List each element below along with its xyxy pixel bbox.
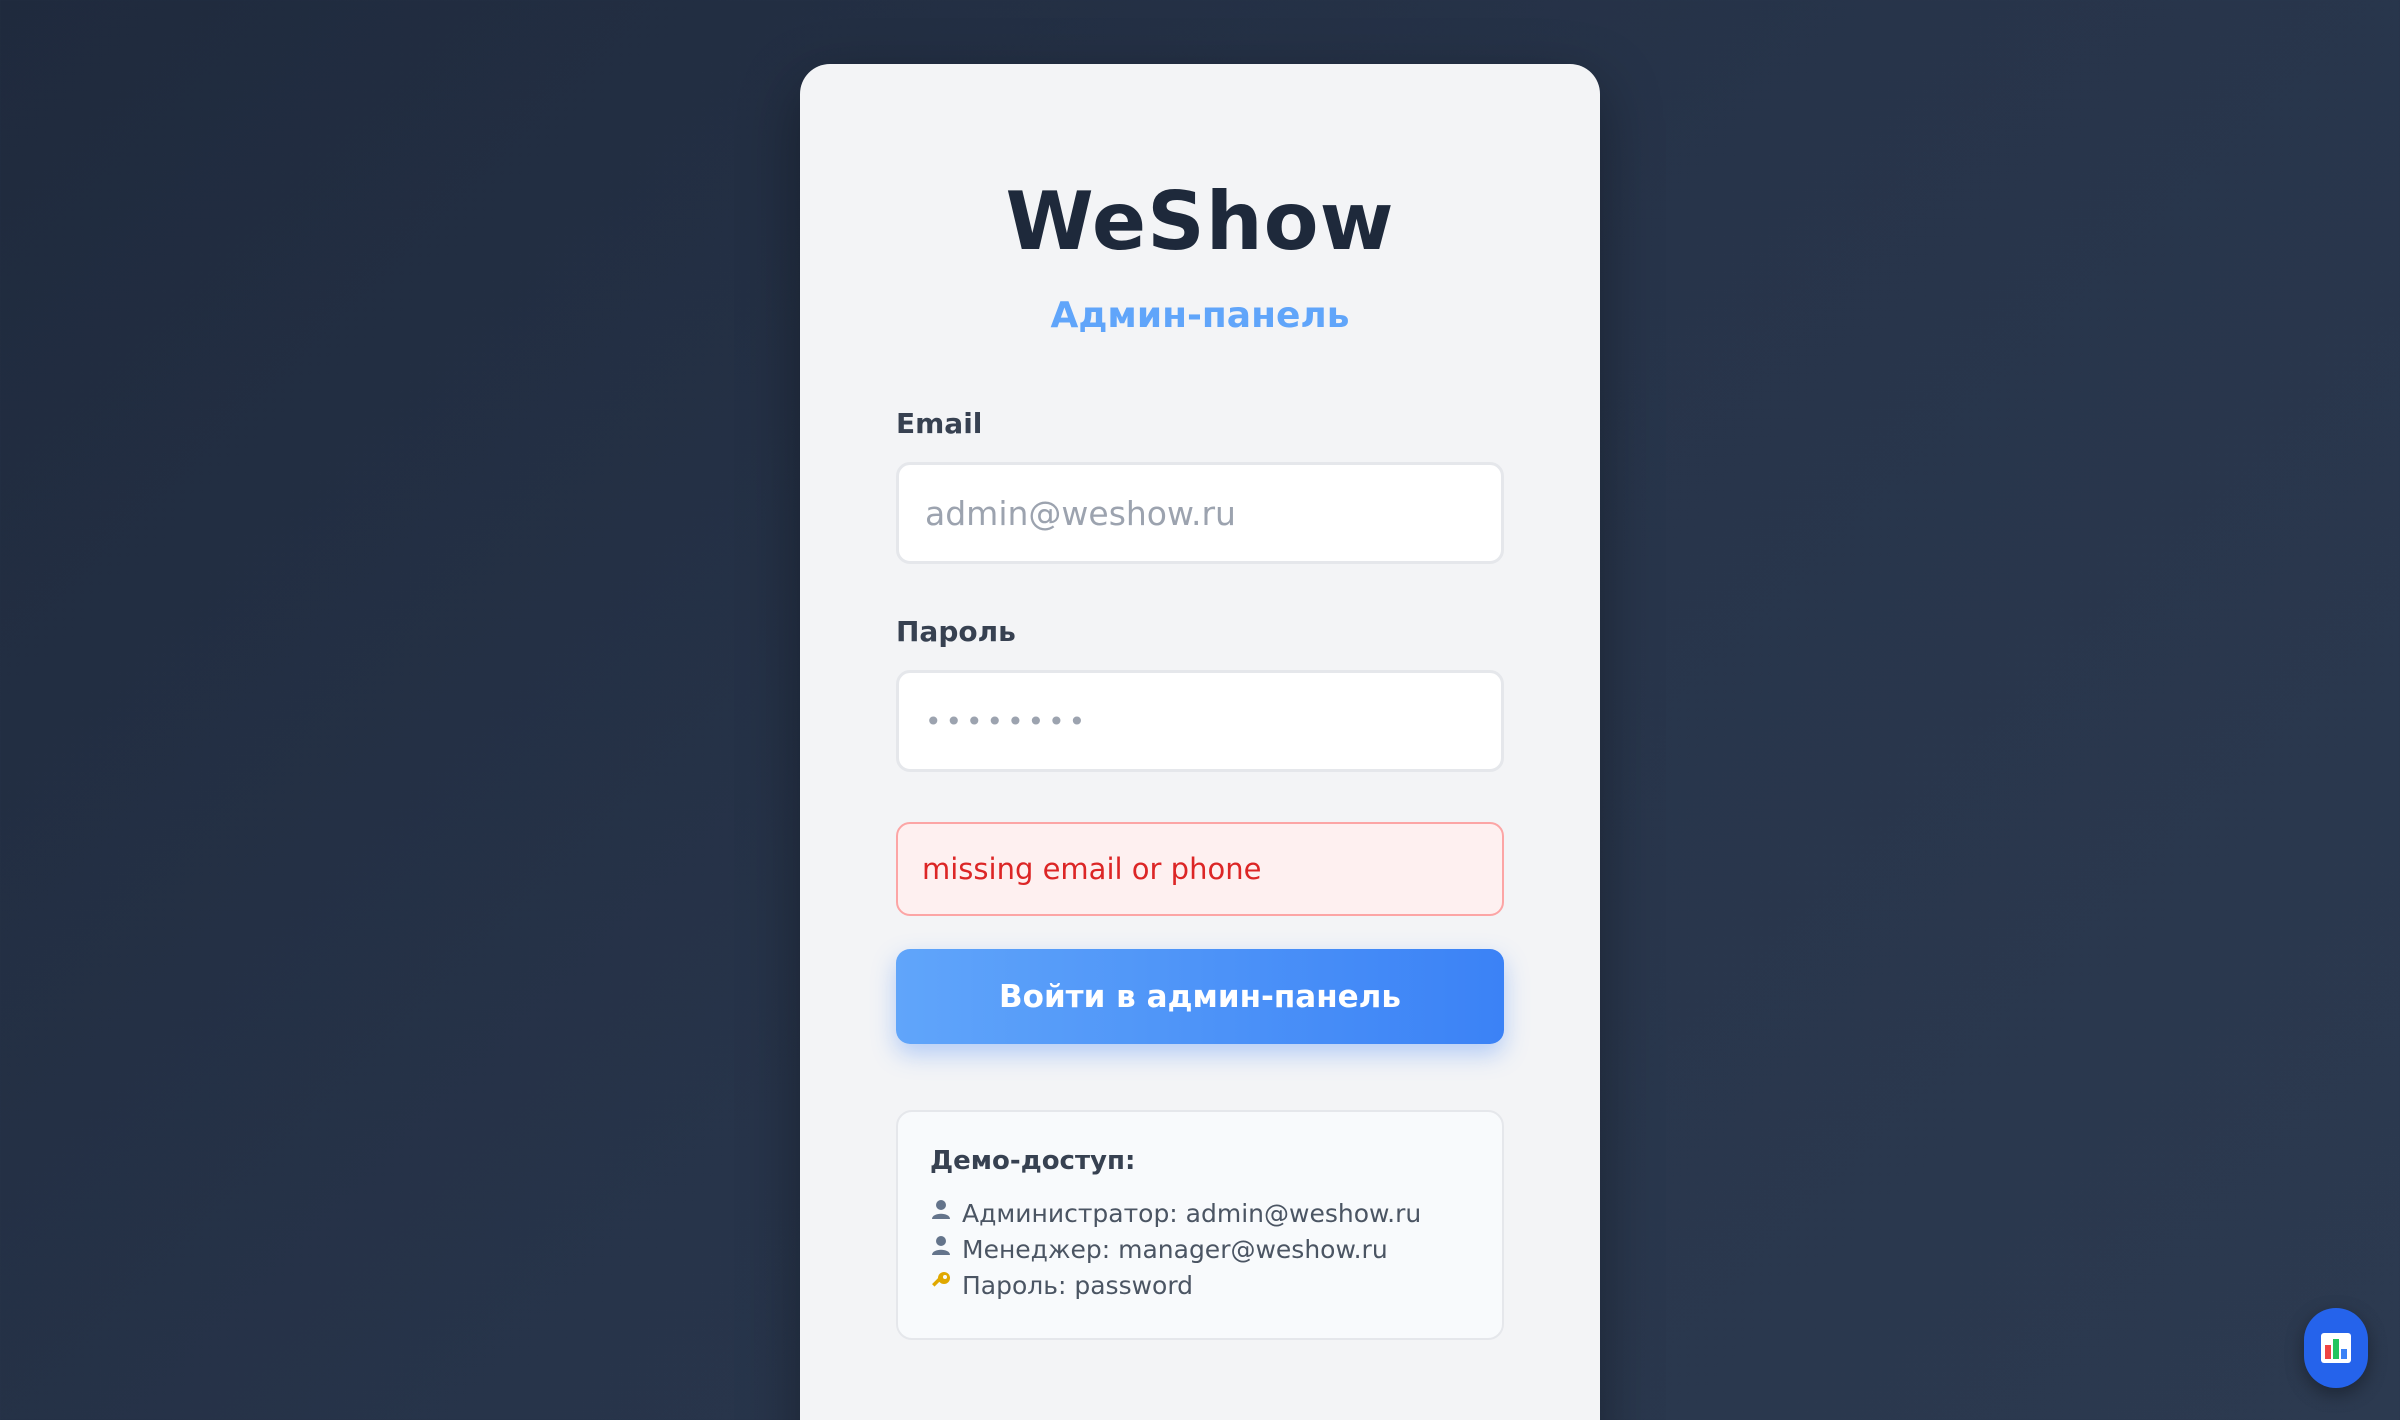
email-label: Email [896,407,983,440]
password-placeholder: •••••••• [925,704,1090,738]
login-button[interactable]: Войти в админ-панель [896,949,1504,1044]
demo-access-box: Демо-доступ: Администратор: admin@weshow… [896,1110,1504,1340]
analytics-float-button[interactable] [2304,1308,2368,1388]
password-label: Пароль [896,615,1016,648]
user-icon [930,1232,958,1268]
user-icon [930,1196,958,1232]
demo-title: Демо-доступ: [930,1146,1136,1176]
password-input[interactable]: •••••••• [896,670,1504,772]
email-placeholder: admin@weshow.ru [925,493,1236,533]
demo-line-manager: Менеджер: manager@weshow.ru [930,1232,1470,1268]
demo-manager-text: Менеджер: manager@weshow.ru [962,1235,1388,1264]
demo-admin-text: Администратор: admin@weshow.ru [962,1199,1422,1228]
error-message: missing email or phone [896,822,1504,916]
demo-line-admin: Администратор: admin@weshow.ru [930,1196,1470,1232]
key-icon [930,1268,958,1304]
email-input[interactable]: admin@weshow.ru [896,462,1504,564]
app-title: WeShow [1005,175,1395,268]
login-card: WeShow Админ-панель Email admin@weshow.r… [800,64,1600,1420]
app-subtitle: Админ-панель [1050,295,1350,336]
demo-password-text: Пароль: password [962,1271,1194,1300]
bar-chart-icon [2321,1333,2351,1363]
demo-line-password: Пароль: password [930,1268,1470,1304]
